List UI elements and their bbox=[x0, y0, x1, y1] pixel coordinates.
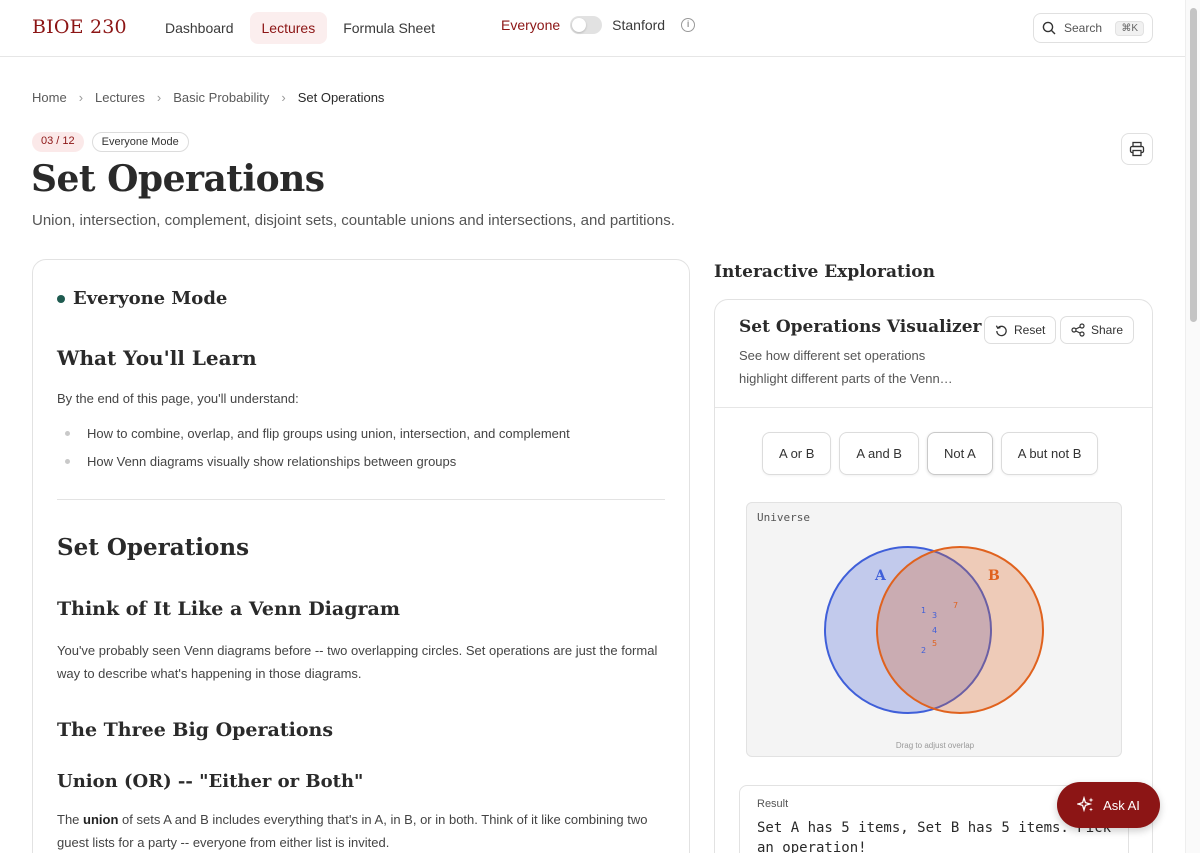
print-button[interactable] bbox=[1121, 133, 1153, 165]
search-button[interactable]: Search ⌘K bbox=[1033, 13, 1153, 43]
set-b-label: B bbox=[988, 568, 1000, 584]
section-divider bbox=[57, 499, 665, 500]
course-brand[interactable]: BIOE 230 bbox=[32, 16, 127, 38]
main-nav: Dashboard Lectures Formula Sheet bbox=[153, 12, 447, 44]
learn-heading: What You'll Learn bbox=[57, 346, 257, 370]
sparkles-icon bbox=[1077, 796, 1094, 813]
visualizer-description: See how different set operations highlig… bbox=[739, 348, 953, 386]
union-heading: Union (OR) -- "Either or Both" bbox=[57, 771, 364, 792]
lesson-card: Everyone Mode What You'll Learn By the e… bbox=[32, 259, 690, 853]
visualizer-header: Set Operations Visualizer See how differ… bbox=[715, 300, 1152, 408]
nav-lectures[interactable]: Lectures bbox=[249, 12, 328, 44]
result-text: Set A has 5 items, Set B has 5 items. Pi… bbox=[757, 820, 1112, 853]
nav-formula-sheet[interactable]: Formula Sheet bbox=[331, 12, 447, 44]
ask-ai-button[interactable]: Ask AI bbox=[1057, 782, 1160, 828]
nav-dashboard[interactable]: Dashboard bbox=[153, 12, 246, 44]
set-a-label: A bbox=[874, 568, 887, 584]
breadcrumb: Home › Lectures › Basic Probability › Se… bbox=[32, 90, 384, 105]
op-not-a-button[interactable]: Not A bbox=[926, 432, 993, 475]
share-label: Share bbox=[1091, 323, 1124, 337]
set-b-circle bbox=[876, 546, 1044, 714]
page-scrollbar[interactable] bbox=[1185, 0, 1200, 853]
chevron-right-icon: › bbox=[78, 90, 84, 105]
scrollbar-thumb[interactable] bbox=[1190, 8, 1197, 322]
chevron-right-icon: › bbox=[156, 90, 162, 105]
list-item: How to combine, overlap, and flip groups… bbox=[57, 426, 570, 441]
venn-element: 1 bbox=[921, 606, 926, 615]
list-item: How Venn diagrams visually show relation… bbox=[57, 454, 456, 469]
mode-dot bbox=[57, 294, 65, 303]
op-a-but-not-b-button[interactable]: A but not B bbox=[1000, 432, 1099, 475]
venn-heading: Think of It Like a Venn Diagram bbox=[57, 598, 400, 620]
venn-element: 7 bbox=[953, 601, 958, 610]
visualizer-card: Set Operations Visualizer See how differ… bbox=[714, 299, 1153, 853]
lesson-mode-heading: Everyone Mode bbox=[57, 288, 227, 309]
venn-paragraph: You've probably seen Venn diagrams befor… bbox=[57, 643, 658, 681]
share-icon bbox=[1071, 323, 1085, 337]
mode-switch[interactable] bbox=[570, 16, 603, 34]
page-badges: 03 / 12 Everyone Mode bbox=[32, 132, 189, 152]
venn-element: 5 bbox=[932, 639, 937, 648]
venn-diagram[interactable]: Universe A B 1 3 4 5 2 7 Drag to adjust … bbox=[746, 502, 1122, 757]
operation-buttons: A or B A and B Not A A but not B bbox=[762, 432, 1099, 475]
reset-icon bbox=[995, 324, 1007, 336]
reset-button[interactable]: Reset bbox=[984, 316, 1057, 344]
lecture-counter-badge: 03 / 12 bbox=[32, 132, 84, 152]
breadcrumb-lectures[interactable]: Lectures bbox=[95, 90, 145, 105]
top-navigation-bar: BIOE 230 Dashboard Lectures Formula Shee… bbox=[0, 0, 1185, 57]
printer-icon bbox=[1129, 141, 1145, 157]
share-button[interactable]: Share bbox=[1060, 316, 1135, 344]
search-icon bbox=[1042, 21, 1056, 35]
drag-hint: Drag to adjust overlap bbox=[895, 741, 975, 750]
chevron-right-icon: › bbox=[281, 90, 286, 105]
reset-label: Reset bbox=[1014, 323, 1046, 337]
result-label: Result bbox=[757, 798, 789, 810]
visualizer-title: Set Operations Visualizer bbox=[739, 317, 982, 337]
op-a-or-b-button[interactable]: A or B bbox=[762, 432, 832, 475]
venn-element: 2 bbox=[921, 646, 926, 655]
op-a-and-b-button[interactable]: A and B bbox=[839, 432, 919, 475]
switch-knob bbox=[572, 18, 587, 32]
union-paragraph: The union of sets A and B includes every… bbox=[57, 812, 648, 850]
union-term: union bbox=[83, 812, 119, 827]
mode-stanford-label[interactable]: Stanford bbox=[612, 17, 665, 33]
interactive-heading: Interactive Exploration bbox=[714, 262, 935, 282]
mode-everyone-label[interactable]: Everyone bbox=[501, 17, 560, 33]
info-icon[interactable]: i bbox=[681, 18, 696, 32]
breadcrumb-home[interactable]: Home bbox=[32, 90, 67, 105]
search-shortcut: ⌘K bbox=[1115, 20, 1144, 36]
breadcrumb-basic-probability[interactable]: Basic Probability bbox=[173, 90, 269, 105]
learn-intro: By the end of this page, you'll understa… bbox=[57, 391, 299, 406]
page-subtitle: Union, intersection, complement, disjoin… bbox=[32, 212, 675, 229]
section-heading: Set Operations bbox=[57, 534, 250, 561]
venn-svg[interactable]: A B 1 3 4 5 2 7 bbox=[747, 503, 1123, 758]
venn-element: 4 bbox=[932, 626, 937, 635]
search-label: Search bbox=[1064, 21, 1103, 35]
mode-badge: Everyone Mode bbox=[91, 132, 189, 152]
lesson-mode-label: Everyone Mode bbox=[73, 288, 228, 309]
three-operations-heading: The Three Big Operations bbox=[57, 719, 334, 741]
venn-element: 3 bbox=[932, 611, 937, 620]
breadcrumb-current: Set Operations bbox=[297, 90, 385, 105]
mode-toggle-group: Everyone Stanford i bbox=[501, 16, 696, 34]
page-title: Set Operations bbox=[31, 158, 325, 200]
ask-ai-label: Ask AI bbox=[1103, 797, 1140, 813]
